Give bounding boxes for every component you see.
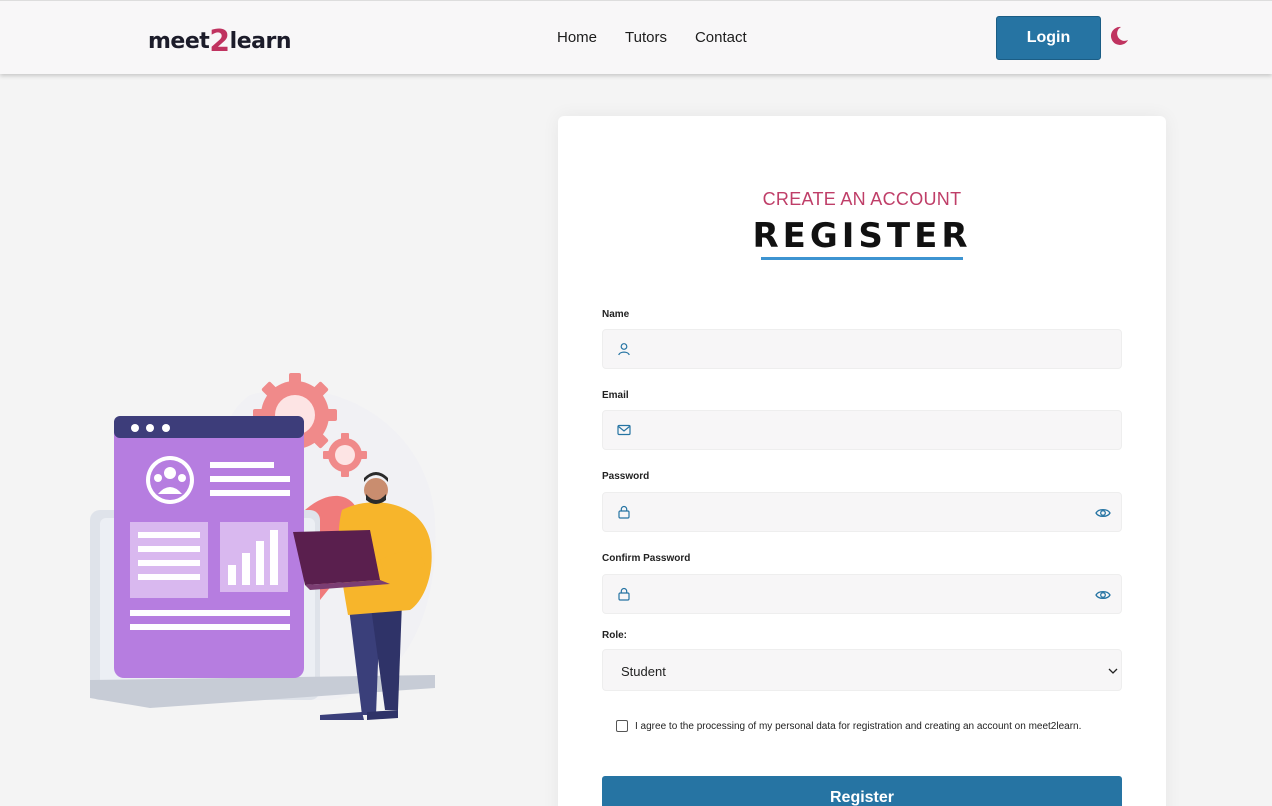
password-field-wrapper	[602, 492, 1122, 532]
confirm-password-field-wrapper	[602, 574, 1122, 614]
password-input[interactable]	[639, 493, 1079, 531]
register-button[interactable]: Register	[602, 776, 1122, 806]
chevron-down-icon	[1108, 668, 1118, 674]
top-navbar: meet2learn Home Tutors Contact Login	[0, 0, 1272, 74]
eye-icon[interactable]	[1095, 587, 1111, 603]
name-label: Name	[602, 309, 630, 320]
logo[interactable]: meet2learn	[148, 21, 292, 59]
logo-text-learn: learn	[229, 29, 292, 54]
title-underline	[761, 257, 963, 260]
mail-icon	[617, 424, 631, 436]
register-illustration	[90, 373, 436, 720]
lock-icon	[618, 505, 630, 519]
register-card: CREATE AN ACCOUNT REGISTER Name Email Pa…	[558, 116, 1166, 806]
password-label: Password	[602, 471, 650, 482]
confirm-password-label: Confirm Password	[602, 553, 691, 564]
nav-tutors[interactable]: Tutors	[625, 29, 667, 46]
moon-icon[interactable]	[1108, 25, 1130, 47]
nav-contact[interactable]: Contact	[695, 29, 747, 46]
consent-checkbox[interactable]	[616, 720, 628, 732]
form-subtitle: CREATE AN ACCOUNT	[762, 189, 962, 209]
email-field-wrapper	[602, 410, 1122, 450]
nav-home[interactable]: Home	[557, 29, 597, 46]
form-title: REGISTER	[752, 216, 972, 256]
logo-text-meet: meet	[148, 29, 210, 54]
role-label: Role:	[602, 630, 627, 641]
email-label: Email	[602, 390, 629, 401]
name-input[interactable]	[639, 330, 1079, 368]
role-select[interactable]: Student	[602, 649, 1122, 691]
eye-icon[interactable]	[1095, 505, 1111, 521]
logo-text-two: 2	[209, 24, 230, 59]
consent-text: I agree to the processing of my personal…	[635, 720, 1082, 732]
confirm-password-input[interactable]	[639, 575, 1079, 613]
email-input[interactable]	[639, 411, 1079, 449]
consent-row: I agree to the processing of my personal…	[616, 720, 1081, 732]
name-field-wrapper	[602, 329, 1122, 369]
user-icon	[618, 343, 630, 356]
main-nav: Home Tutors Contact	[557, 29, 747, 46]
login-button[interactable]: Login	[996, 16, 1101, 60]
role-selected-value: Student	[621, 664, 666, 679]
lock-icon	[618, 587, 630, 601]
